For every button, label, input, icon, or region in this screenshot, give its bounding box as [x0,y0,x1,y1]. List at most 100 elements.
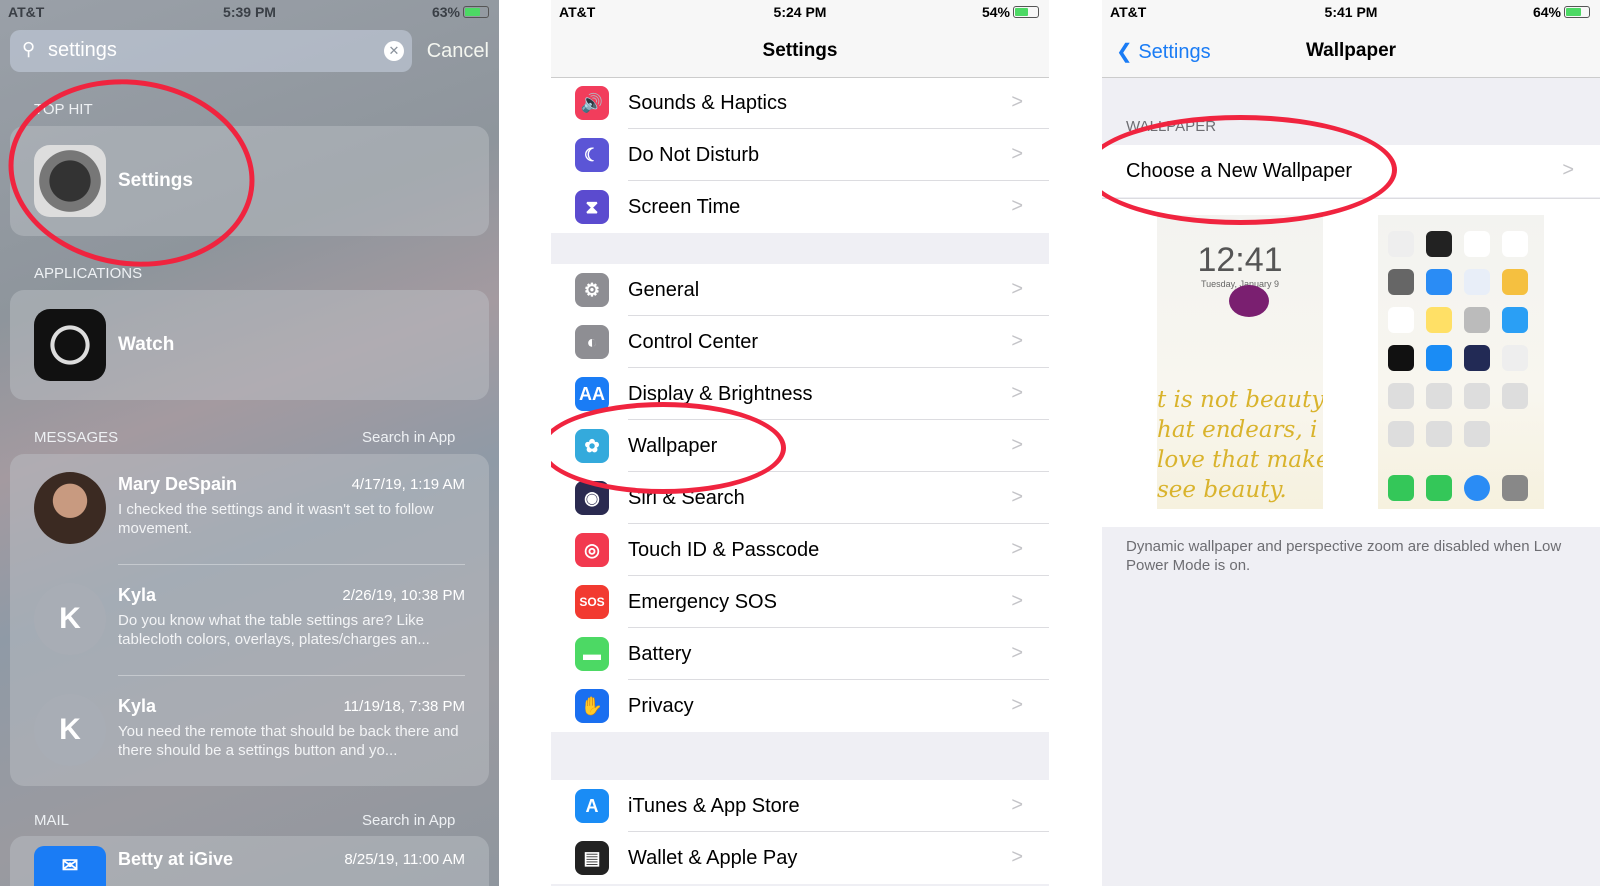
date: 11/19/18, 7:38 PM [343,698,465,715]
speaker-icon: 🔊 [575,86,609,120]
section-header: MAIL Search in App [34,812,455,829]
wallet-icon: ▤ [575,841,609,875]
chevron-right-icon: > [1011,538,1023,560]
top-hit-settings[interactable]: Settings [10,126,489,236]
settings-row-siri-search[interactable]: ◉ Siri & Search > [551,472,1049,524]
lock-screen-preview[interactable]: 12:41 Tuesday, January 9 t is not beauty… [1157,215,1323,509]
wallpaper-panel: AT&T 5:41 PM 64% ❮ Settings Wallpaper WA… [1102,0,1600,886]
section-header: WALLPAPER [1126,118,1217,135]
section-header: TOP HIT [34,101,93,118]
settings-row-itunes-app-store[interactable]: AiTunes & App Store > [551,780,1049,832]
date: 8/25/19, 11:00 AM [344,851,465,868]
text-size-icon: AA [575,377,609,411]
settings-row-wallpaper[interactable]: ✿ Wallpaper > [551,420,1049,472]
section-header: APPLICATIONS [34,265,143,282]
battery-icon [1564,6,1590,18]
settings-row-display-brightness[interactable]: AA Display & Brightness > [551,368,1049,420]
settings-row-general[interactable]: ⚙ General > [551,264,1049,316]
quote-text: t is not beauty hat endears, i love that m… [1157,387,1323,503]
settings-row-privacy[interactable]: ✋ Privacy > [551,680,1049,732]
nav-bar: Settings [551,26,1049,78]
date: 2/26/19, 10:38 PM [342,587,465,604]
app-result-watch[interactable]: Watch [10,290,489,400]
chevron-right-icon: > [1011,143,1023,165]
mail-item[interactable]: ✉ Betty at iGive 8/25/19, 11:00 AM [10,836,489,886]
battery-icon [463,6,489,18]
cancel-button[interactable]: Cancel [427,40,489,63]
search-in-app-link[interactable]: Search in App [362,812,455,829]
search-input[interactable]: ⚲ settings ✕ [10,30,412,72]
battery-percent: 63% [431,4,460,20]
sender: Kyla [118,696,157,716]
settings-panel: AT&T 5:24 PM 54% Settings 🔊 Sounds & Hapt… [551,0,1049,886]
chevron-right-icon: > [1562,159,1574,181]
moon-icon: ☾ [575,138,609,172]
app-store-icon: A [575,789,609,823]
chevron-right-icon: > [1011,590,1023,612]
row-label: Emergency SOS [628,591,777,613]
fingerprint-icon: ◎ [575,533,609,567]
settings-row-touch-id-passcode[interactable]: ◎ Touch ID & Passcode > [551,524,1049,576]
settings-row-battery[interactable]: ▬ Battery > [551,628,1049,680]
battery-icon: ▬ [575,637,609,671]
battery-indicator: 64% [1533,4,1590,20]
search-in-app-link[interactable]: Search in App [362,429,455,446]
wallpaper-previews: 12:41 Tuesday, January 9 t is not beauty… [1102,198,1600,527]
status-bar: AT&T 5:39 PM 63% [0,0,499,26]
battery-icon [1013,6,1039,18]
row-label: Touch ID & Passcode [628,539,820,561]
messages-header: MESSAGES [34,429,119,446]
row-label: Wallpaper [628,435,718,457]
avatar: K [34,583,106,655]
battery-percent: 54% [981,4,1010,20]
toggles-icon: ◐ [575,325,609,359]
settings-row-sounds-haptics[interactable]: 🔊 Sounds & Haptics > [551,77,1049,129]
row-label: Siri & Search [628,487,745,509]
row-label: iTunes & App Store [628,795,800,817]
hourglass-icon: ⧗ [575,190,609,224]
clear-icon[interactable]: ✕ [384,41,404,61]
settings-row-emergency-sos[interactable]: SOS Emergency SOS > [551,576,1049,628]
row-label: Screen Time [628,196,741,218]
search-icon: ⚲ [22,39,36,59]
search-value: settings [48,39,117,61]
messages-card: Mary DeSpain 4/17/19, 1:19 AM I checked … [10,454,489,786]
sos-icon: SOS [575,585,609,619]
mail-app-icon: ✉ [34,846,106,886]
chevron-right-icon: > [1011,195,1023,217]
row-label: Do Not Disturb [628,144,760,166]
settings-row-do-not-disturb[interactable]: ☾ Do Not Disturb > [551,129,1049,181]
settings-row-control-center[interactable]: ◐ Control Center > [551,316,1049,368]
snippet: You need the remote that should be back … [118,723,459,759]
page-title: Settings [762,40,838,61]
battery-indicator: 54% [982,4,1039,20]
chevron-right-icon: > [1011,434,1023,456]
row-label: General [628,279,700,301]
settings-row-wallet-apple-pay[interactable]: ▤ Wallet & Apple Pay > [551,832,1049,884]
dock [1388,475,1528,501]
time: 5:41 PM [1324,4,1378,20]
flower-icon: ✿ [575,429,609,463]
chevron-right-icon: > [1011,694,1023,716]
chevron-right-icon: > [1011,330,1023,352]
snippet: Do you know what the table settings are?… [118,612,430,648]
message-item[interactable]: K Kyla 2/26/19, 10:38 PM Do you know wha… [10,565,489,676]
footer-note: Dynamic wallpaper and perspective zoom a… [1126,538,1562,574]
choose-new-wallpaper-row[interactable]: Choose a New Wallpaper > [1102,145,1600,197]
time: 5:39 PM [223,4,276,20]
row-label: Control Center [628,331,759,353]
sender: Betty at iGive [118,849,234,869]
sender: Kyla [118,585,157,605]
watch-app-icon [34,309,106,381]
section-header: MESSAGES Search in App [34,429,455,446]
chevron-right-icon: > [1011,382,1023,404]
chevron-right-icon: > [1011,794,1023,816]
row-label: Wallet & Apple Pay [628,847,798,869]
message-item[interactable]: Mary DeSpain 4/17/19, 1:19 AM I checked … [10,454,489,565]
mail-card: ✉ Betty at iGive 8/25/19, 11:00 AM [10,836,489,886]
settings-row-screen-time[interactable]: ⧗ Screen Time > [551,181,1049,233]
status-bar: AT&T 5:41 PM 64% [1102,0,1600,26]
top-hit-title: Settings [118,170,193,191]
message-item[interactable]: K Kyla 11/19/18, 7:38 PM You need the re… [10,676,489,786]
home-screen-preview[interactable] [1378,215,1544,509]
